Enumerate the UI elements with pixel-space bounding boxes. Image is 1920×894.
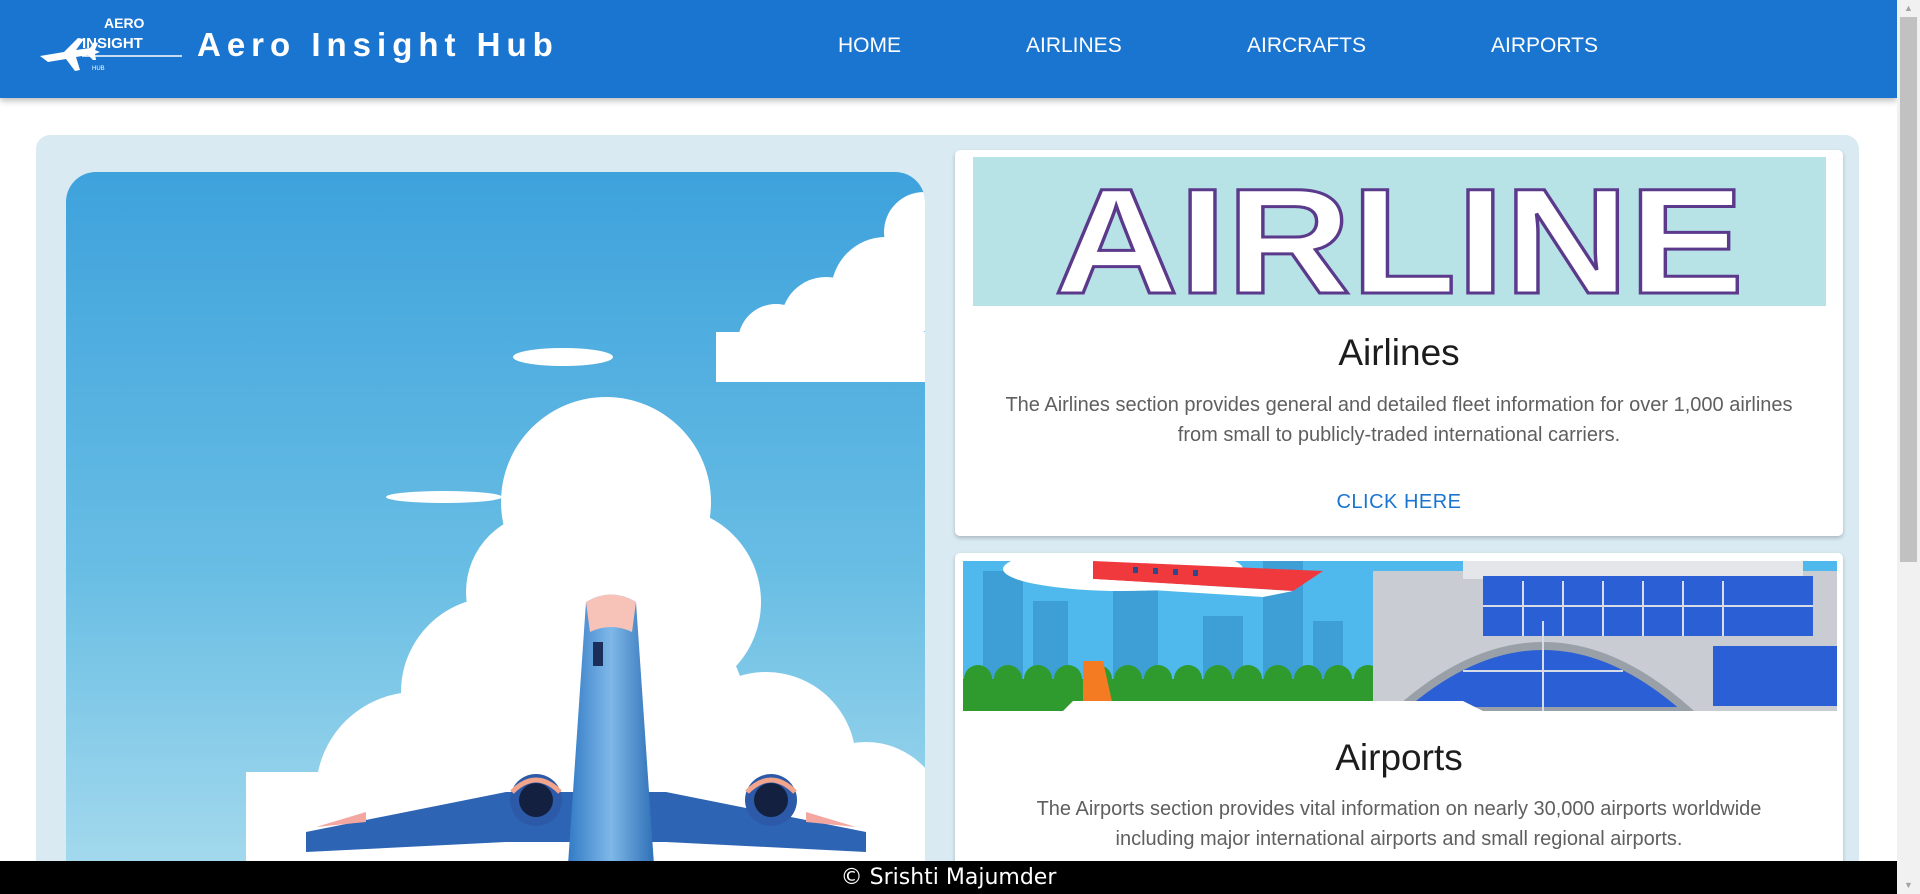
site-logo[interactable]: AERO INSIGHT HUB <box>38 15 184 76</box>
nav-link-airlines[interactable]: AIRLINES <box>1026 34 1122 58</box>
airport-banner-image <box>963 561 1837 711</box>
scroll-up-icon[interactable]: ▲ <box>1897 0 1920 17</box>
terminal-building <box>1373 561 1837 711</box>
nav-link-home[interactable]: HOME <box>838 34 901 58</box>
airlines-card-title: Airlines <box>1338 332 1460 373</box>
logo-text-aero: AERO <box>104 16 145 31</box>
hero-illustration <box>66 172 925 894</box>
nav-link-aircrafts[interactable]: AIRCRAFTS <box>1247 34 1366 58</box>
airlines-card: AIRLINE Airlines The Airlines section pr… <box>955 150 1843 536</box>
airlines-card-description: The Airlines section provides general an… <box>1005 394 1793 446</box>
airports-card-description: The Airports section provides vital info… <box>1036 798 1762 850</box>
page-scrollbar[interactable]: ▲ ▼ <box>1897 0 1920 894</box>
footer-copyright: © Srishti Majumder <box>0 861 1897 894</box>
airports-card-title: Airports <box>1335 737 1463 778</box>
banner-text: AIRLINE <box>1054 157 1744 306</box>
airline-banner-image: AIRLINE <box>973 157 1826 306</box>
site-title[interactable]: Aero Insight Hub <box>197 26 559 64</box>
airports-card: Airports The Airports section provides v… <box>955 553 1843 894</box>
logo-text-insight: INSIGHT <box>82 35 143 52</box>
top-navbar: AERO INSIGHT HUB Aero Insight Hub HOME A… <box>0 0 1897 98</box>
logo-text-hub: HUB <box>92 66 105 72</box>
airlines-click-here-link[interactable]: CLICK HERE <box>955 491 1843 514</box>
scrollbar-thumb[interactable] <box>1900 17 1917 562</box>
nav-link-airports[interactable]: AIRPORTS <box>1491 34 1598 58</box>
scroll-down-icon[interactable]: ▼ <box>1897 877 1920 894</box>
